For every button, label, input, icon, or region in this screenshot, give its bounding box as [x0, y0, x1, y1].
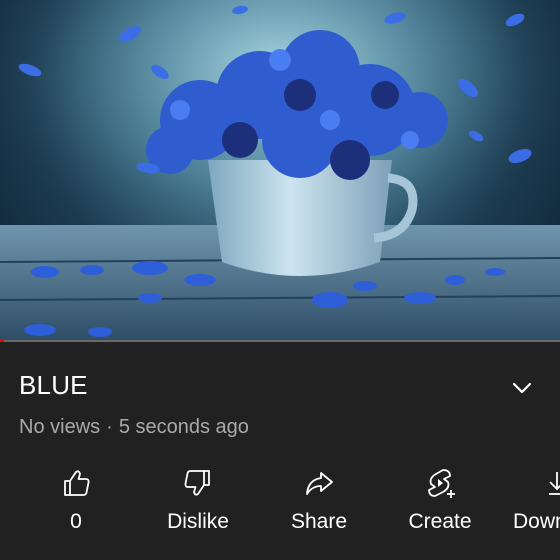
- share-button[interactable]: Share: [264, 464, 374, 544]
- video-metadata: No views · 5 seconds ago: [19, 416, 249, 439]
- thumb-down-icon: [184, 470, 210, 496]
- action-bar: 0 Dislike Share Create Down: [0, 464, 560, 544]
- download-button[interactable]: Down: [465, 464, 560, 544]
- dislike-label: Dislike: [167, 510, 229, 533]
- meta-separator: ·: [106, 416, 113, 438]
- video-player[interactable]: [0, 0, 560, 342]
- thumb-up-icon: [64, 470, 90, 496]
- like-count: 0: [70, 510, 82, 533]
- video-frame-image: [0, 0, 560, 342]
- video-title: BLUE: [19, 370, 88, 400]
- progress-bar-fill: [0, 340, 4, 342]
- share-icon: [306, 472, 333, 495]
- view-count: No views: [19, 416, 101, 438]
- progress-bar[interactable]: [0, 340, 560, 342]
- upload-time: 5 seconds ago: [118, 416, 249, 438]
- create-icon: [428, 469, 455, 498]
- chevron-down-icon: [512, 382, 532, 394]
- expand-description-button[interactable]: [506, 374, 538, 402]
- dislike-button[interactable]: Dislike: [143, 464, 253, 544]
- download-icon: [549, 472, 560, 495]
- share-label: Share: [290, 510, 348, 533]
- download-label: Down: [513, 510, 560, 533]
- like-button[interactable]: 0: [21, 464, 131, 544]
